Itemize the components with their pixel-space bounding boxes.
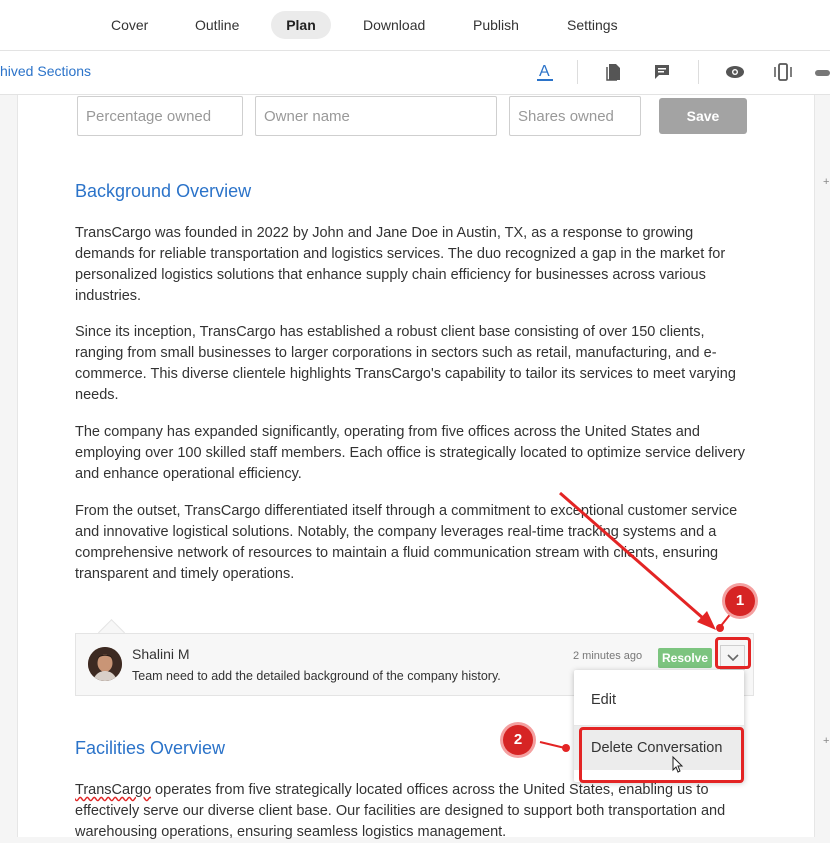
owner-name-field[interactable] [255, 96, 497, 136]
tab-cover[interactable]: Cover [99, 11, 160, 39]
background-paragraph-1: TransCargo was founded in 2022 by John a… [75, 225, 726, 304]
tab-publish[interactable]: Publish [461, 11, 531, 39]
tab-plan[interactable]: Plan [271, 11, 331, 39]
right-margin-marker: + [823, 735, 830, 747]
facilities-overview-heading: Facilities Overview [75, 738, 226, 758]
edit-menu-item[interactable]: Edit [574, 678, 744, 722]
save-button[interactable]: Save [659, 98, 747, 134]
background-paragraph-4: From the outset, TransCargo differentiat… [75, 503, 738, 582]
right-margin-marker: + [823, 176, 830, 188]
eye-icon[interactable] [724, 61, 746, 83]
spellcheck-word: TransCargo [75, 782, 152, 798]
background-overview-heading: Background Overview [75, 181, 252, 201]
facilities-paragraph-text: operates from five strategically located… [75, 782, 726, 840]
percentage-owned-field[interactable] [77, 96, 243, 136]
background-paragraph-2: Since its inception, TransCargo has esta… [75, 324, 736, 403]
toolbar-overflow-icon[interactable] [815, 70, 830, 76]
comment-author: Shalini M [132, 646, 190, 662]
document-icon[interactable] [603, 61, 625, 83]
resolve-button[interactable]: Resolve [658, 648, 712, 668]
comment-timestamp: 2 minutes ago [573, 650, 643, 662]
step-1-badge: 1 [725, 586, 755, 616]
avatar [88, 647, 122, 681]
archived-sections-link[interactable]: hived Sections [0, 63, 91, 79]
tab-settings[interactable]: Settings [555, 11, 630, 39]
editor-toolbar: hived Sections A [0, 51, 830, 95]
svg-text:A: A [539, 63, 550, 80]
shares-owned-field[interactable] [509, 96, 641, 136]
step-2-badge: 2 [503, 725, 533, 755]
facilities-paragraph: TransCargo operates from five strategica… [75, 780, 755, 843]
comment-text: Team need to add the detailed background… [132, 669, 501, 683]
highlight-delete-conversation [579, 727, 744, 783]
comment-icon[interactable] [651, 61, 673, 83]
font-color-icon[interactable]: A [534, 61, 556, 83]
tab-outline[interactable]: Outline [183, 11, 251, 39]
device-preview-icon[interactable] [772, 61, 794, 83]
background-paragraph-3: The company has expanded significantly, … [75, 424, 745, 482]
top-navigation: Cover Outline Plan Download Publish Sett… [0, 0, 830, 51]
highlight-options-button [715, 637, 751, 669]
tab-download[interactable]: Download [351, 11, 437, 39]
